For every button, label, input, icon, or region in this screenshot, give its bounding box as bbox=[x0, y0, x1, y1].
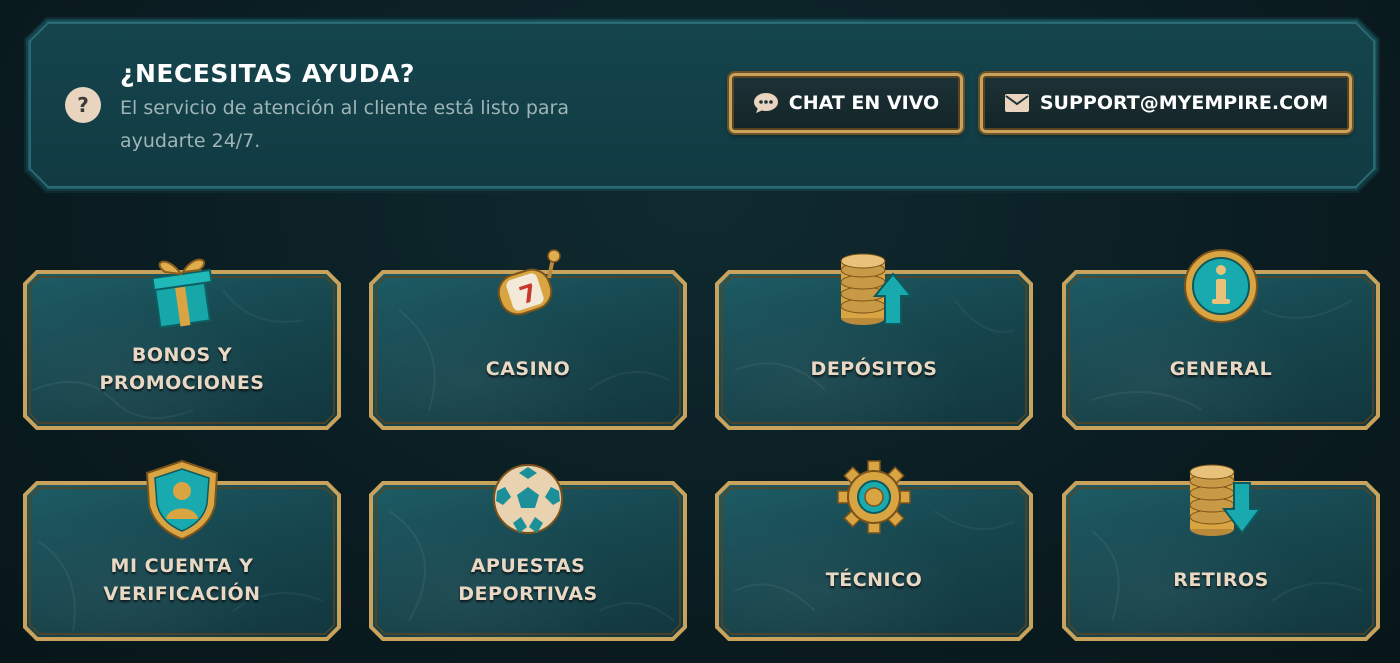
category-label: BONOS Y PROMOCIONES bbox=[99, 344, 265, 394]
category-card-retiros[interactable]: RETIROS bbox=[1062, 464, 1380, 641]
category-card-tecnico[interactable]: TÉCNICO bbox=[715, 460, 1033, 641]
live-chat-button[interactable]: CHAT EN VIVO bbox=[729, 73, 963, 133]
category-card-general[interactable]: GENERAL bbox=[1062, 249, 1380, 430]
category-label: CASINO bbox=[485, 358, 571, 380]
help-description: El servicio de atención al cliente está … bbox=[120, 97, 570, 152]
email-support-label: SUPPORT@MYEMPIRE.COM bbox=[1039, 92, 1329, 114]
help-title: ¿NECESITAS AYUDA? bbox=[120, 59, 415, 88]
category-label: RETIROS bbox=[1173, 569, 1269, 591]
category-label: APUESTAS DEPORTIVAS bbox=[458, 555, 598, 605]
category-card-bonos[interactable]: BONOS Y PROMOCIONES bbox=[23, 258, 341, 430]
category-card-depositos[interactable]: DEPÓSITOS bbox=[715, 253, 1033, 430]
envelope-icon bbox=[1004, 94, 1029, 112]
live-chat-label: CHAT EN VIVO bbox=[788, 92, 940, 114]
category-label: TÉCNICO bbox=[825, 569, 923, 591]
category-card-mi-cuenta[interactable]: MI CUENTA Y VERIFICACIÓN bbox=[23, 459, 341, 641]
category-card-apuestas[interactable]: APUESTAS DEPORTIVAS bbox=[369, 464, 687, 641]
category-card-casino[interactable]: 7 CASINO bbox=[369, 249, 687, 430]
chat-bubble-icon bbox=[753, 93, 778, 113]
email-support-button[interactable]: SUPPORT@MYEMPIRE.COM bbox=[980, 73, 1352, 133]
question-icon: ? bbox=[65, 87, 101, 123]
category-label: MI CUENTA Y VERIFICACIÓN bbox=[103, 555, 261, 605]
category-label: DEPÓSITOS bbox=[810, 358, 938, 380]
category-label: GENERAL bbox=[1169, 358, 1273, 380]
